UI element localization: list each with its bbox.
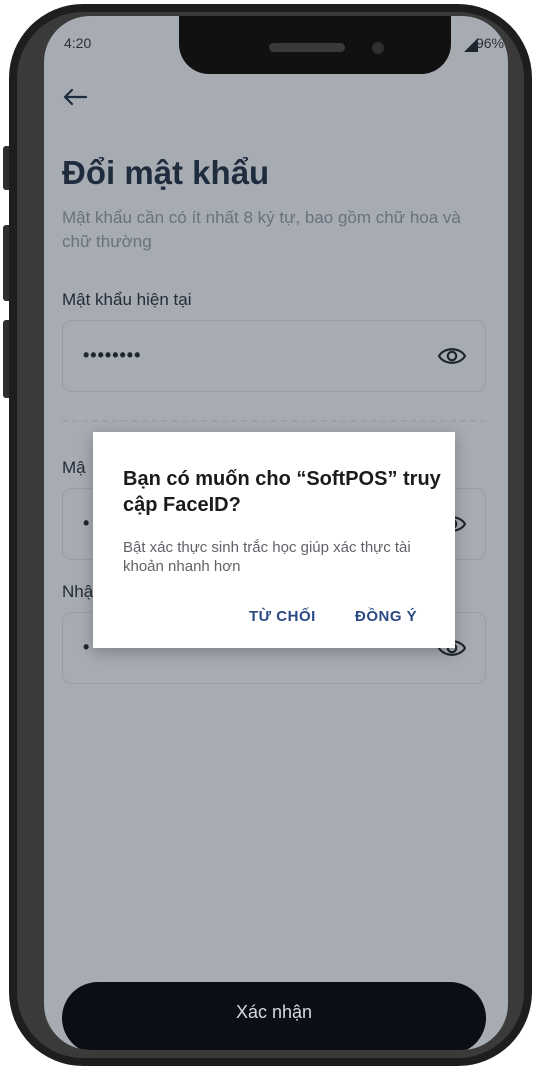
confirm-password-value: • <box>83 637 91 657</box>
front-camera <box>372 42 384 54</box>
faceid-permission-dialog: Bạn có muốn cho “SoftPOS” truy cập FaceI… <box>93 432 455 648</box>
dialog-message: Bật xác thực sinh trắc học giúp xác thực… <box>123 539 411 575</box>
current-password-label: Mật khẩu hiện tại <box>62 290 192 309</box>
phone-notch <box>179 16 451 74</box>
eye-icon[interactable] <box>437 343 467 369</box>
new-password-label: Mậ <box>62 458 86 477</box>
dialog-title: Bạn có muốn cho “SoftPOS” truy cập FaceI… <box>123 468 441 516</box>
section-divider <box>62 420 486 422</box>
current-password-field[interactable]: •••••••• <box>62 320 486 392</box>
page-title: Đổi mật khẩu <box>62 154 270 191</box>
speaker-grille <box>269 43 345 52</box>
confirm-password-label: Nhậ <box>62 582 94 601</box>
new-password-value: • <box>83 513 91 533</box>
battery-level: 96% <box>475 35 504 51</box>
submit-button[interactable]: Xác nhận <box>62 982 486 1050</box>
status-time: 4:20 <box>64 35 92 51</box>
page-description: Mật khẩu cần có ít nhất 8 ký tự, bao gồm… <box>62 208 461 251</box>
current-password-value: •••••••• <box>83 345 142 365</box>
back-arrow-icon[interactable] <box>60 82 90 112</box>
deny-button[interactable]: TỪ CHỐI <box>249 608 316 625</box>
allow-button[interactable]: ĐỒNG Ý <box>355 608 417 625</box>
app-screen: 4:20 96% Đổi mật khẩu Mật khẩu cần có ít… <box>44 16 508 1050</box>
